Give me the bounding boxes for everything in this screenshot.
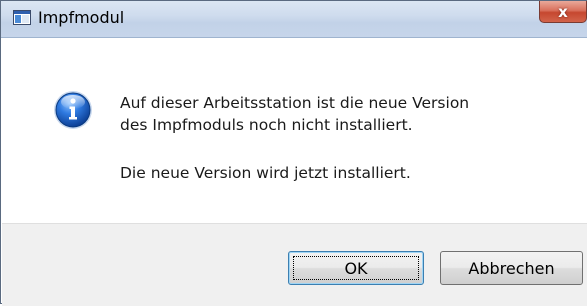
- information-icon: [54, 91, 92, 129]
- message-line-2: des Impfmoduls noch nicht installiert.: [120, 116, 413, 134]
- focus-rectangle: [293, 256, 419, 280]
- close-button[interactable]: x: [539, 1, 587, 23]
- ok-button[interactable]: OK: [288, 251, 424, 285]
- button-bar: OK Abbrechen: [2, 223, 587, 306]
- app-window-icon: [13, 10, 31, 25]
- window-title: Impfmodul: [38, 8, 125, 27]
- title-bar[interactable]: Impfmodul x: [1, 1, 587, 38]
- message-area: Auf dieser Arbeitsstation ist die neue V…: [2, 38, 587, 223]
- dialog-window: Impfmodul x Auf dieser Arbeitsstation is…: [0, 0, 587, 306]
- cancel-button[interactable]: Abbrechen: [440, 251, 583, 285]
- close-icon: x: [558, 2, 568, 21]
- cancel-button-label: Abbrechen: [468, 258, 555, 278]
- message-line-1: Auf dieser Arbeitsstation ist die neue V…: [120, 94, 470, 112]
- message-line-3: Die neue Version wird jetzt installiert.: [120, 164, 411, 182]
